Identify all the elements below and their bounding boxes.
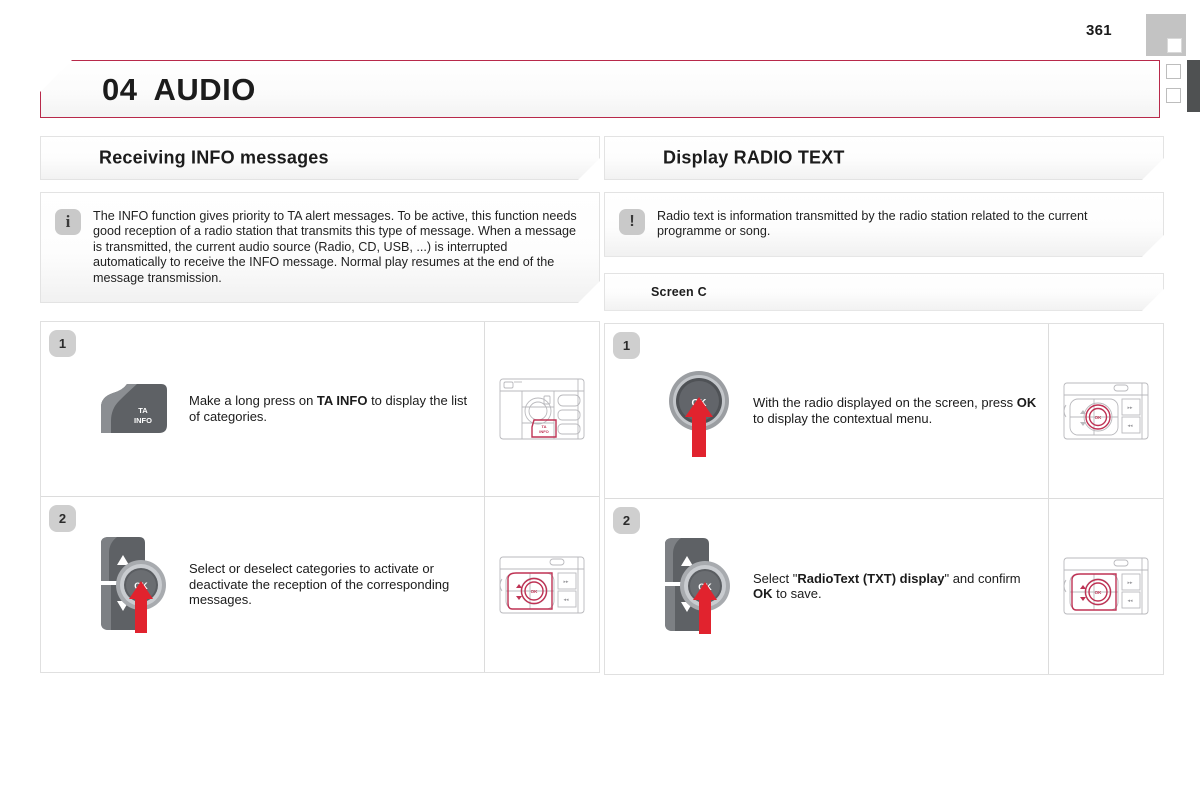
edge-tab-inner-square <box>1167 38 1182 53</box>
ok-knob-illustration: OK <box>649 359 749 463</box>
manual-page: 361 04 AUDIO Receiving INFO messages i Th… <box>0 0 1200 800</box>
chapter-number: 04 <box>102 72 138 107</box>
svg-text:INFO: INFO <box>539 429 549 434</box>
warning-icon: ! <box>619 209 645 235</box>
step-thumbnail-cell: OK ▸▸ ◂◂ <box>1048 323 1163 498</box>
console-arrows-ok-thumbnail: OK ▸▸ ◂◂ <box>1063 557 1149 615</box>
right-column: Display RADIO TEXT ! Radio text is infor… <box>604 136 1164 675</box>
svg-text:INFO: INFO <box>134 416 152 425</box>
steps-table-right: 1 OK With the radio <box>604 322 1164 675</box>
svg-text:▸▸: ▸▸ <box>563 579 569 585</box>
svg-text:◂◂: ◂◂ <box>1127 423 1133 429</box>
subsection-header-label: Screen C <box>651 284 707 299</box>
step-badge: 2 <box>49 505 76 533</box>
edge-marker-square-1 <box>1166 64 1181 79</box>
step-text: With the radio displayed on the screen, … <box>753 395 1037 426</box>
chapter-name: AUDIO <box>153 72 256 107</box>
svg-text:▸▸: ▸▸ <box>1127 405 1133 411</box>
section-header-left-label: Receiving INFO messages <box>99 147 329 168</box>
left-column: Receiving INFO messages i The INFO funct… <box>40 136 600 674</box>
steps-table-left: 1 TA INFO Make a long press on TA INFO t… <box>40 321 600 674</box>
step-text: Select "RadioText (TXT) display" and con… <box>753 570 1021 602</box>
step-text: Select or deselect categories to activat… <box>189 561 450 608</box>
step-main-cell: 2 <box>605 499 1048 674</box>
info-note-left: i The INFO function gives priority to TA… <box>40 192 600 303</box>
step-main-cell: 2 <box>41 497 484 672</box>
table-row: 1 OK With the radio <box>605 323 1163 499</box>
step-thumbnail-cell: OK ▸▸ ◂◂ <box>1048 498 1163 674</box>
console-arrows-ok-thumbnail: OK ▸▸ ◂◂ <box>499 556 585 613</box>
ta-info-button-illustration: TA INFO <box>85 381 185 437</box>
warning-note-right-text: Radio text is information transmitted by… <box>657 209 1088 239</box>
svg-text:OK: OK <box>531 589 539 594</box>
console-ok-thumbnail: OK ▸▸ ◂◂ <box>1063 382 1149 440</box>
edge-side-bar <box>1187 60 1200 112</box>
step-text: Make a long press on TA INFO to display … <box>189 393 468 425</box>
svg-text:OK: OK <box>1095 415 1103 420</box>
console-ta-info-thumbnail: TA INFO <box>499 378 585 440</box>
table-row: 2 <box>605 498 1163 674</box>
svg-text:◂◂: ◂◂ <box>563 597 569 603</box>
svg-text:◂◂: ◂◂ <box>1127 598 1133 604</box>
info-icon: i <box>55 209 81 235</box>
edge-tab-marker <box>1146 14 1186 56</box>
section-header-right-label: Display RADIO TEXT <box>663 147 845 168</box>
step-badge: 1 <box>613 331 640 359</box>
ok-knob-arrows-illustration: OK <box>85 533 185 637</box>
svg-text:TA: TA <box>138 406 148 415</box>
step-main-cell: 1 OK With the radio <box>605 324 1048 498</box>
info-note-left-text: The INFO function gives priority to TA a… <box>93 209 577 285</box>
svg-text:▸▸: ▸▸ <box>1127 580 1133 586</box>
table-row: 2 <box>41 497 599 673</box>
step-badge: 2 <box>613 506 640 534</box>
step-badge: 1 <box>49 330 76 358</box>
section-header-right: Display RADIO TEXT <box>604 136 1164 180</box>
edge-marker-square-2 <box>1166 88 1181 103</box>
section-header-left: Receiving INFO messages <box>40 136 600 180</box>
page-number: 361 <box>1086 22 1112 39</box>
subsection-header-screen-c: Screen C <box>604 273 1164 311</box>
table-row: 1 TA INFO Make a long press on TA INFO t… <box>41 322 599 498</box>
step-thumbnail-cell: OK ▸▸ ◂◂ <box>484 497 599 673</box>
ok-knob-arrows-illustration: OK <box>649 534 749 638</box>
svg-text:OK: OK <box>1095 590 1103 595</box>
step-thumbnail-cell: TA INFO <box>484 322 599 497</box>
step-main-cell: 1 TA INFO Make a long press on TA INFO t… <box>41 322 484 496</box>
page-title: 04 AUDIO <box>102 72 256 108</box>
warning-note-right: ! Radio text is information transmitted … <box>604 192 1164 257</box>
